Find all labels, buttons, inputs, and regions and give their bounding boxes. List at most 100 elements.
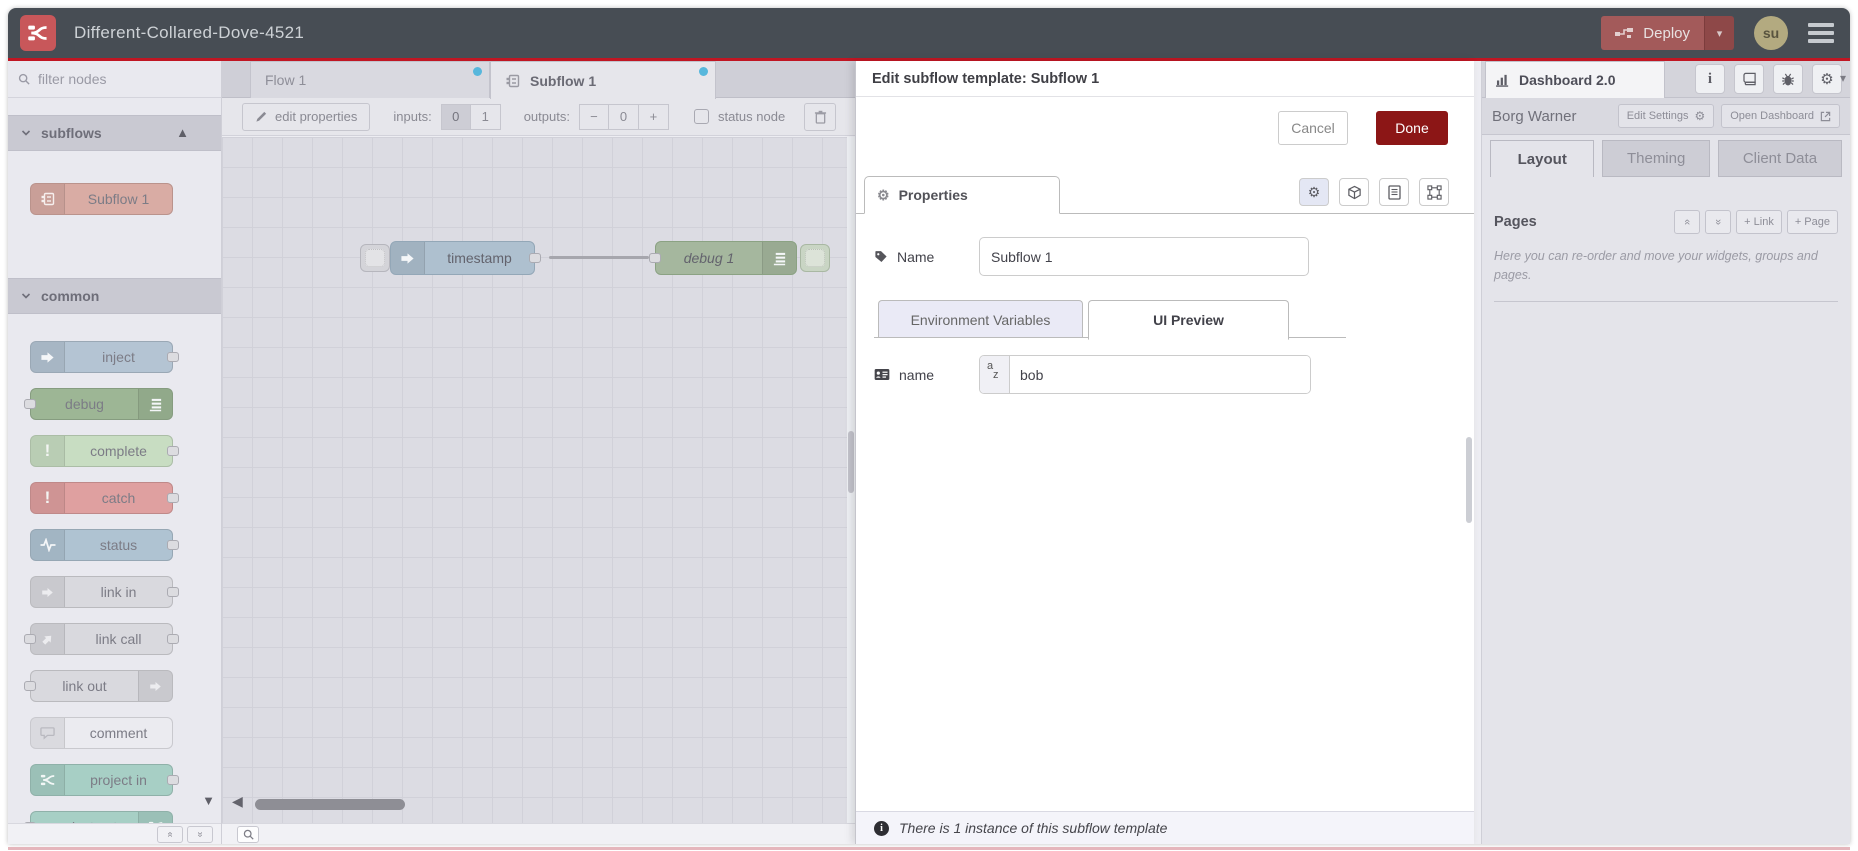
input-port[interactable] — [24, 399, 36, 409]
button-label: Edit Settings — [1626, 110, 1689, 122]
edit-settings-button[interactable]: Edit Settings ⚙ — [1617, 104, 1715, 128]
palette-node-project-out[interactable]: project out — [24, 811, 173, 823]
palette-collapse-all-button[interactable]: « — [157, 825, 183, 843]
env-value-input[interactable] — [1010, 356, 1310, 393]
flow-canvas[interactable]: timestamp debug 1 ◀ — [222, 137, 847, 823]
settings-tab-button[interactable]: ⚙ — [1812, 64, 1842, 94]
divider — [1494, 300, 1838, 302]
palette-node-project-in[interactable]: project in — [30, 764, 179, 796]
button-label: edit properties — [275, 109, 358, 124]
filter-nodes-input[interactable] — [38, 71, 188, 87]
user-avatar[interactable]: su — [1754, 16, 1788, 50]
description-button[interactable] — [1379, 178, 1409, 206]
deploy-icon — [1615, 27, 1634, 38]
palette-node-complete[interactable]: ! complete — [30, 435, 179, 467]
info-tab-button[interactable]: i — [1695, 64, 1725, 94]
appearance-button[interactable] — [1419, 178, 1449, 206]
outputs-increase-button[interactable]: + — [638, 103, 669, 130]
input-port[interactable] — [24, 634, 36, 644]
tab-theming[interactable]: Theming — [1602, 140, 1710, 177]
tab-layout[interactable]: Layout — [1490, 140, 1595, 177]
palette-scroll-up-icon[interactable]: ▲ — [176, 125, 189, 140]
subflow-input-stub[interactable] — [360, 244, 390, 272]
inputs-option-1[interactable]: 1 — [470, 103, 501, 130]
deploy-options-caret[interactable]: ▾ — [1704, 16, 1734, 50]
palette-section-common[interactable]: common — [8, 278, 221, 314]
canvas-node-debug-1[interactable]: debug 1 — [649, 241, 797, 275]
palette-node-link-out[interactable]: link out — [24, 670, 173, 702]
input-port[interactable] — [649, 253, 661, 263]
main-menu-icon[interactable] — [1808, 23, 1834, 43]
output-port[interactable] — [167, 775, 179, 785]
scroll-left-icon[interactable]: ◀ — [232, 793, 243, 810]
expand-all-button[interactable]: » — [1705, 210, 1732, 234]
flow-tab-bar: Flow 1 Subflow 1 — [222, 61, 855, 99]
deploy-button[interactable]: Deploy ▾ — [1601, 16, 1734, 50]
horizontal-scrollbar[interactable] — [255, 799, 405, 810]
palette-expand-all-button[interactable]: » — [187, 825, 213, 843]
palette-node-catch[interactable]: ! catch — [30, 482, 179, 514]
output-port[interactable] — [167, 446, 179, 456]
chevron-down-icon — [21, 130, 31, 136]
type-select-button[interactable]: a z — [980, 356, 1010, 393]
palette-node-subflow-1[interactable]: Subflow 1 — [30, 183, 173, 215]
zoom-button[interactable] — [237, 825, 259, 843]
palette-scroll-down-icon[interactable]: ▼ — [202, 793, 215, 808]
gear-icon: ⚙ — [1694, 109, 1706, 123]
status-node-checkbox[interactable] — [693, 109, 709, 124]
magnifier-icon — [243, 829, 254, 840]
palette-node-link-in[interactable]: link in — [30, 576, 179, 608]
tab-dashboard-2[interactable]: Dashboard 2.0 — [1485, 61, 1665, 98]
status-node-label: status node — [717, 109, 786, 124]
collapse-all-button[interactable]: « — [1674, 210, 1701, 234]
tray-scrollbar-thumb[interactable] — [1466, 437, 1472, 523]
tab-subflow-1[interactable]: Subflow 1 — [490, 61, 716, 99]
delete-subflow-button[interactable] — [804, 102, 837, 131]
outputs-decrease-button[interactable]: − — [578, 103, 609, 130]
output-port[interactable] — [167, 587, 179, 597]
add-page-button[interactable]: + Page — [1786, 210, 1838, 234]
subflow-output-stub[interactable] — [800, 244, 830, 272]
help-tab-button[interactable] — [1734, 64, 1764, 94]
tab-properties[interactable]: ⚙ Properties — [864, 176, 1060, 214]
input-port[interactable] — [24, 681, 36, 691]
output-port[interactable] — [167, 493, 179, 503]
env-value-input-group: a z — [979, 355, 1311, 394]
palette-search[interactable] — [8, 61, 221, 98]
cancel-button[interactable]: Cancel — [1278, 111, 1348, 145]
palette-node-status[interactable]: status — [30, 529, 179, 561]
node-label: link out — [62, 678, 107, 694]
palette-node-inject[interactable]: inject — [30, 341, 179, 373]
wire[interactable] — [549, 256, 649, 259]
add-link-button[interactable]: + Link — [1736, 210, 1782, 234]
tab-ui-preview[interactable]: UI Preview — [1088, 300, 1289, 340]
sidebar-options-caret[interactable]: ▾ — [1840, 71, 1846, 85]
tab-client-data[interactable]: Client Data — [1717, 140, 1843, 177]
output-port[interactable] — [167, 540, 179, 550]
debug-tab-button[interactable] — [1773, 64, 1803, 94]
inputs-option-0[interactable]: 0 — [440, 103, 471, 130]
open-dashboard-button[interactable]: Open Dashboard — [1721, 104, 1840, 128]
palette-node-comment[interactable]: comment — [30, 717, 173, 749]
vertical-scrollbar-thumb[interactable] — [848, 431, 854, 493]
module-properties-button[interactable] — [1339, 178, 1369, 206]
node-label: comment — [89, 725, 148, 741]
output-port[interactable] — [529, 253, 541, 263]
palette-node-debug[interactable]: debug — [24, 388, 173, 420]
output-port[interactable] — [167, 634, 179, 644]
subflow-name-input[interactable] — [979, 237, 1309, 276]
palette-node-link-call[interactable]: link call — [24, 623, 179, 655]
output-port[interactable] — [167, 352, 179, 362]
tab-environment-variables[interactable]: Environment Variables — [878, 300, 1083, 338]
canvas-node-timestamp[interactable]: timestamp — [390, 241, 541, 275]
vertical-scrollbar-track[interactable] — [847, 137, 855, 823]
palette-section-subflows[interactable]: subflows — [8, 115, 221, 151]
edit-properties-button[interactable]: edit properties — [242, 102, 371, 131]
node-label: timestamp — [447, 250, 512, 266]
project-title: Different-Collared-Dove-4521 — [74, 23, 305, 42]
done-button[interactable]: Done — [1376, 111, 1448, 145]
properties-view-button[interactable]: ⚙ — [1299, 178, 1329, 206]
right-sidebar: Dashboard 2.0 i ⚙ ▾ Borg Warner Edit Set… — [1481, 61, 1850, 844]
editor-tabs: Environment Variables UI Preview — [874, 299, 1346, 340]
tab-flow-1[interactable]: Flow 1 — [250, 61, 490, 98]
